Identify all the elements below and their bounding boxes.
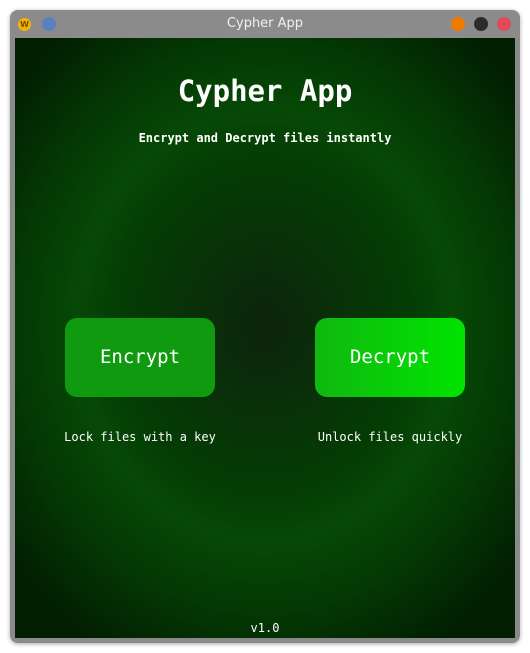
encrypt-button[interactable]: Encrypt — [65, 318, 215, 397]
main-content: Cypher App Encrypt and Decrypt files ins… — [15, 38, 515, 638]
version-label: v1.0 — [250, 621, 280, 635]
maximize-button[interactable] — [474, 17, 488, 31]
app-window: W Cypher App Cypher App Encrypt and Decr… — [10, 10, 520, 643]
encrypt-description: Lock files with a key — [64, 430, 216, 444]
window-titlebar[interactable]: W Cypher App — [10, 10, 520, 38]
decrypt-description: Unlock files quickly — [317, 430, 463, 444]
page-subtitle: Encrypt and Decrypt files instantly — [138, 131, 392, 145]
decrypt-button[interactable]: Decrypt — [315, 318, 465, 397]
page-title: Cypher App — [177, 74, 353, 108]
close-button[interactable] — [497, 17, 511, 31]
minimize-button[interactable] — [451, 17, 465, 31]
window-title: Cypher App — [226, 16, 304, 31]
